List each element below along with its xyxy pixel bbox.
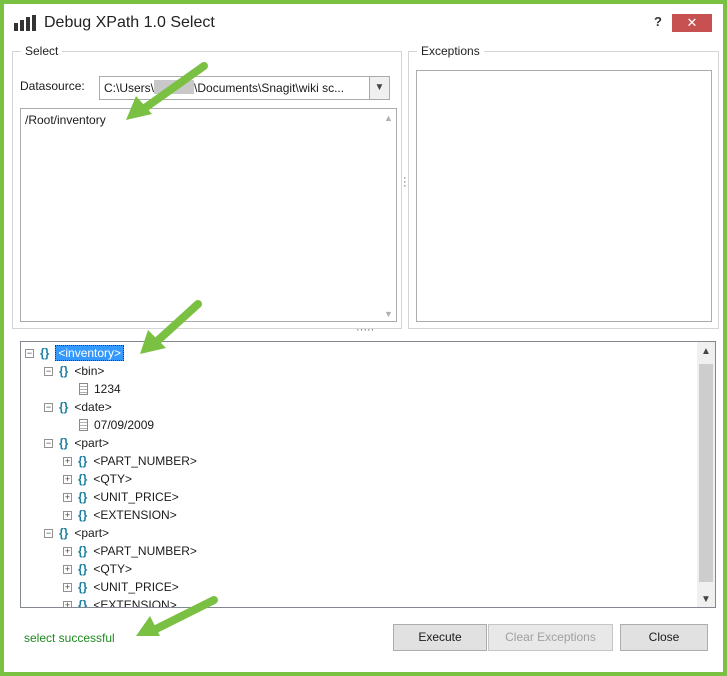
collapse-icon[interactable]: − <box>44 403 53 412</box>
tree-node[interactable]: + {} <EXTENSION> <box>63 506 177 524</box>
element-node-icon: {} <box>78 454 88 468</box>
element-node-icon: {} <box>78 472 88 486</box>
expand-icon[interactable]: + <box>63 565 72 574</box>
tree-node[interactable]: −{} <part> <box>44 434 109 452</box>
annotation-arrow-icon <box>140 300 202 354</box>
tree-node[interactable]: −{} <date> <box>44 398 112 416</box>
vertical-splitter-grip[interactable]: · · · <box>403 173 407 192</box>
annotation-arrow-icon <box>136 596 218 636</box>
scroll-down-icon[interactable]: ▼ <box>384 309 393 319</box>
clear-exceptions-button[interactable]: Clear Exceptions <box>488 624 613 651</box>
element-node-icon: {} <box>78 490 88 504</box>
tree-node-label[interactable]: <part> <box>74 526 109 540</box>
element-node-icon: {} <box>78 508 88 522</box>
collapse-icon[interactable]: − <box>44 439 53 448</box>
datasource-value-suffix: \Documents\Snagit\wiki sc... <box>194 81 345 95</box>
expand-icon[interactable]: + <box>63 493 72 502</box>
scroll-up-icon[interactable]: ▲ <box>701 346 711 357</box>
tree-scrollbar[interactable]: ▲ ▼ <box>697 342 715 607</box>
tree-node[interactable]: −{} <part> <box>44 524 109 542</box>
tree-node-label[interactable]: 1234 <box>94 382 121 396</box>
text-node-icon <box>79 383 88 395</box>
expand-icon[interactable]: + <box>63 601 72 607</box>
horizontal-splitter-grip[interactable]: ····· <box>356 324 374 336</box>
select-group-label: Select <box>25 44 59 58</box>
tree-node-label[interactable]: <QTY> <box>93 472 132 486</box>
expand-icon[interactable]: + <box>63 511 72 520</box>
expand-icon[interactable]: + <box>63 583 72 592</box>
tree-node-label[interactable]: <PART_NUMBER> <box>93 454 197 468</box>
element-node-icon: {} <box>59 400 69 414</box>
xpath-query-input[interactable]: /Root/inventory ▲ ▼ <box>20 108 397 322</box>
bar-chart-icon <box>14 15 36 31</box>
tree-node-label[interactable]: <part> <box>74 436 109 450</box>
datasource-label: Datasource: <box>20 79 85 93</box>
status-message: select successful <box>24 631 115 645</box>
tree-node-label[interactable]: <PART_NUMBER> <box>93 544 197 558</box>
scrollbar-thumb[interactable] <box>699 364 713 582</box>
text-node-icon <box>79 419 88 431</box>
collapse-icon[interactable]: − <box>25 349 34 358</box>
collapse-icon[interactable]: − <box>44 367 53 376</box>
element-node-icon: {} <box>78 580 88 594</box>
tree-node[interactable]: + {} <PART_NUMBER> <box>63 452 197 470</box>
tree-node-label[interactable]: <QTY> <box>93 562 132 576</box>
tree-node[interactable]: + {} <QTY> <box>63 470 132 488</box>
element-node-icon: {} <box>59 364 69 378</box>
tree-node[interactable]: −{} <bin> <box>44 362 104 380</box>
tree-node-label[interactable]: <UNIT_PRICE> <box>93 490 178 504</box>
tree-node-label[interactable]: <date> <box>74 400 111 414</box>
scroll-up-icon[interactable]: ▲ <box>384 113 393 123</box>
xpath-query-text: /Root/inventory <box>25 113 106 127</box>
tree-node-label[interactable]: 07/09/2009 <box>94 418 154 432</box>
tree-node[interactable]: + {} <QTY> <box>63 560 132 578</box>
scroll-down-icon[interactable]: ▼ <box>701 594 711 605</box>
xml-result-tree[interactable]: −{} <inventory> −{} <bin> 1234−{} <date> 07/09… <box>20 341 716 608</box>
expand-icon[interactable]: + <box>63 547 72 556</box>
window-close-button[interactable]: ✕ <box>672 14 712 32</box>
expand-icon[interactable]: + <box>63 457 72 466</box>
tree-node[interactable]: + {} <PART_NUMBER> <box>63 542 197 560</box>
tree-node-label[interactable]: <bin> <box>74 364 104 378</box>
tree-node[interactable]: −{} <inventory> <box>25 344 125 362</box>
query-scrollbar[interactable]: ▲ ▼ <box>380 109 396 321</box>
close-button[interactable]: Close <box>620 624 708 651</box>
expand-icon[interactable]: + <box>63 475 72 484</box>
tree-node-label[interactable]: <EXTENSION> <box>93 508 176 522</box>
element-node-icon: {} <box>59 436 69 450</box>
tree-node[interactable]: + {} <UNIT_PRICE> <box>63 488 179 506</box>
tree-node[interactable]: 1234 <box>79 380 121 398</box>
element-node-icon: {} <box>78 544 88 558</box>
debug-xpath-window: Debug XPath 1.0 Select ? ✕ Select Except… <box>0 0 727 676</box>
exceptions-list[interactable] <box>416 70 712 322</box>
annotation-arrow-icon <box>126 62 208 120</box>
window-title: Debug XPath 1.0 Select <box>44 14 215 31</box>
element-node-icon: {} <box>78 598 88 608</box>
tree-node-label[interactable]: <inventory> <box>55 345 125 361</box>
help-button[interactable]: ? <box>647 14 669 32</box>
element-node-icon: {} <box>78 562 88 576</box>
title-bar[interactable]: Debug XPath 1.0 Select ? ✕ <box>4 4 723 40</box>
element-node-icon: {} <box>40 346 50 360</box>
tree-node[interactable]: 07/09/2009 <box>79 416 154 434</box>
chevron-down-icon[interactable]: ▼ <box>369 77 389 99</box>
element-node-icon: {} <box>59 526 69 540</box>
collapse-icon[interactable]: − <box>44 529 53 538</box>
exceptions-group-label: Exceptions <box>421 44 480 58</box>
execute-button[interactable]: Execute <box>393 624 487 651</box>
